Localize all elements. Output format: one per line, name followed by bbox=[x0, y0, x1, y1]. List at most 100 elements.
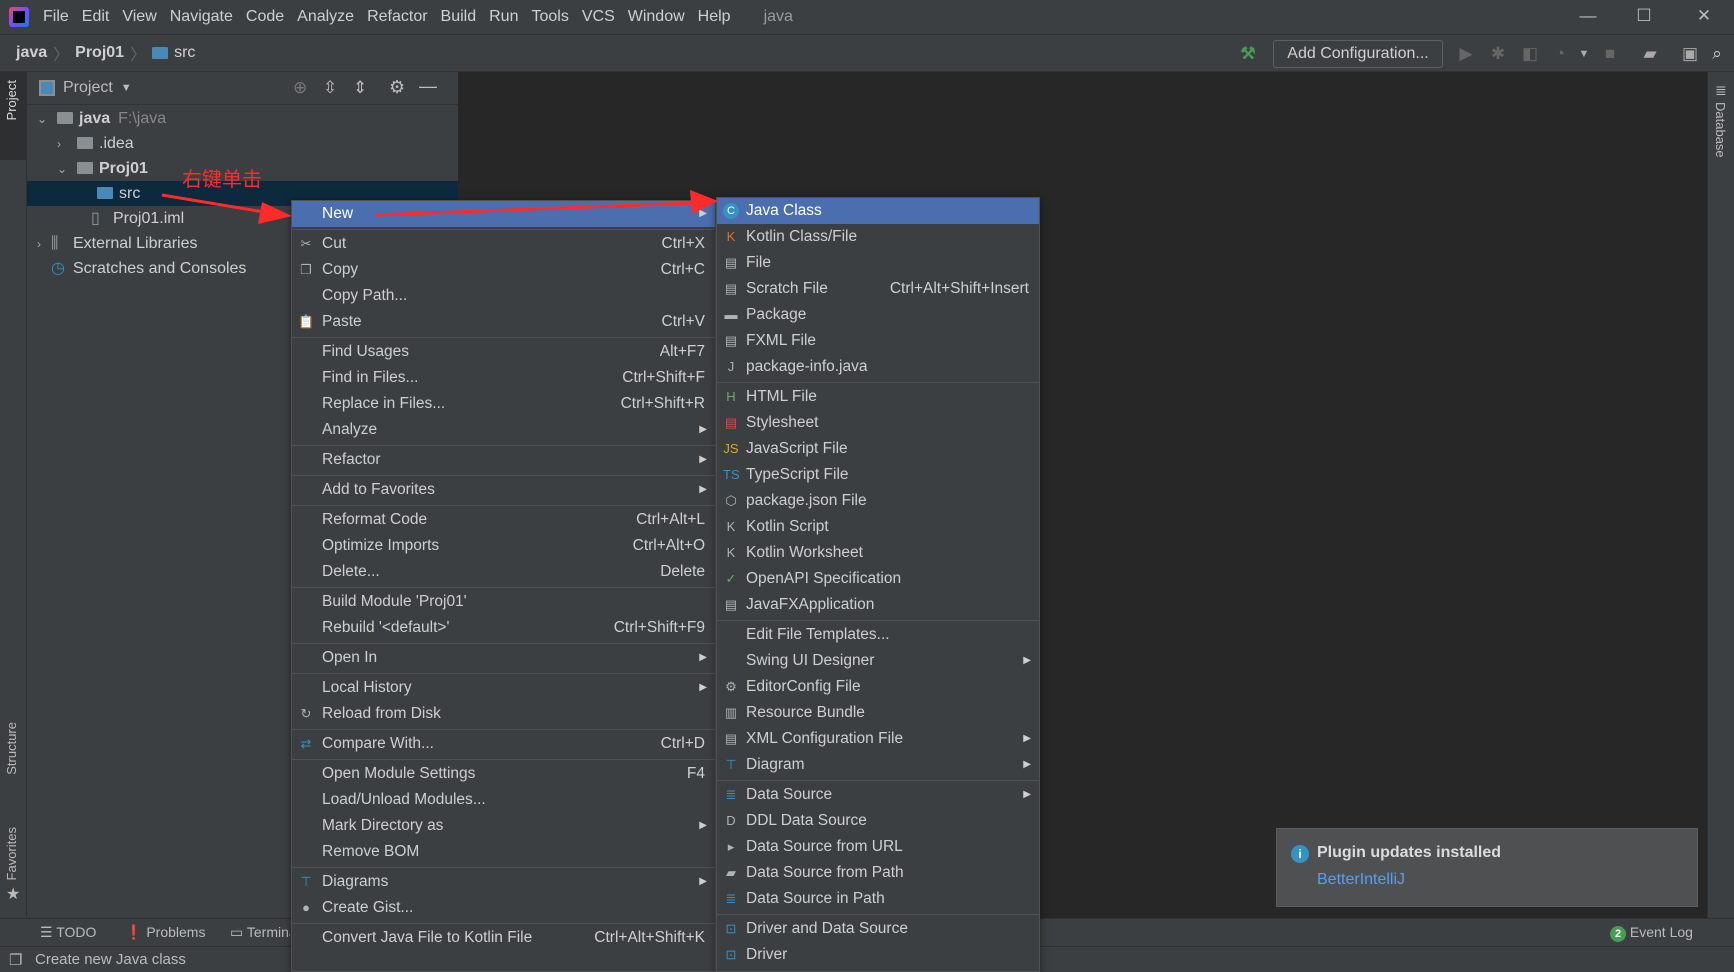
menu-item-edit-file-templates[interactable]: Edit File Templates... bbox=[717, 622, 1039, 648]
structure-tool-tab[interactable]: Structure bbox=[4, 722, 19, 775]
notification-balloon[interactable]: i Plugin updates installed BetterIntelli… bbox=[1276, 828, 1698, 907]
locate-icon[interactable]: ⊕ bbox=[293, 78, 307, 98]
menu-item-open-module-settings[interactable]: Open Module Settings F4 bbox=[292, 761, 715, 787]
menu-item-package-json-file[interactable]: ⬡ package.json File bbox=[717, 488, 1039, 514]
tree-item-java[interactable]: ⌄ java F:\java bbox=[27, 106, 458, 131]
terminal-tab[interactable]: ▭ Terminal bbox=[230, 924, 290, 941]
menu-item-ddl-data-source[interactable]: D DDL Data Source bbox=[717, 808, 1039, 834]
add-configuration-button[interactable]: Add Configuration... bbox=[1273, 40, 1443, 68]
menu-view[interactable]: View bbox=[122, 8, 156, 26]
menu-item-build-module-proj01[interactable]: Build Module 'Proj01' bbox=[292, 589, 715, 615]
build-hammer-icon[interactable]: ⚒ bbox=[1238, 44, 1258, 64]
breadcrumb-proj01[interactable]: Proj01 bbox=[75, 44, 124, 62]
menu-item-typescript-file[interactable]: TS TypeScript File bbox=[717, 462, 1039, 488]
menu-item-mark-directory-as[interactable]: Mark Directory as ▶ bbox=[292, 813, 715, 839]
menu-item-package-info-java[interactable]: Jpackage-info.java bbox=[717, 354, 1039, 380]
menu-item-copy[interactable]: ❐ Copy Ctrl+C bbox=[292, 257, 715, 283]
menu-build[interactable]: Build bbox=[441, 8, 477, 26]
menu-item-replace-in-files[interactable]: Replace in Files... Ctrl+Shift+R bbox=[292, 391, 715, 417]
favorites-tool-tab[interactable]: Favorites bbox=[4, 827, 19, 880]
menu-item-local-history[interactable]: Local History ▶ bbox=[292, 675, 715, 701]
menu-item-stylesheet[interactable]: ▤ Stylesheet bbox=[717, 410, 1039, 436]
maximize-button[interactable]: ☐ bbox=[1624, 6, 1664, 26]
menu-analyze[interactable]: Analyze bbox=[297, 8, 354, 26]
menu-item-reformat-code[interactable]: Reformat Code Ctrl+Alt+L bbox=[292, 507, 715, 533]
menu-vcs[interactable]: VCS bbox=[582, 8, 615, 26]
tree-item-idea[interactable]: › .idea bbox=[27, 131, 458, 156]
collapse-all-icon[interactable]: ⇕ bbox=[353, 78, 367, 98]
menu-item-refactor[interactable]: Refactor ▶ bbox=[292, 447, 715, 473]
chevron-down-icon[interactable]: ▼ bbox=[1574, 44, 1594, 64]
menu-item-kotlin-script[interactable]: K Kotlin Script bbox=[717, 514, 1039, 540]
menu-window[interactable]: Window bbox=[628, 8, 685, 26]
coverage-icon[interactable]: ◧ bbox=[1520, 44, 1540, 64]
menu-item-fxml-file[interactable]: ▤ FXML File bbox=[717, 328, 1039, 354]
problems-tab[interactable]: ❗ Problems bbox=[125, 924, 205, 941]
gear-icon[interactable]: ⚙ bbox=[389, 77, 405, 98]
chevron-down-icon[interactable]: ⌄ bbox=[37, 107, 51, 132]
menu-item-find-in-files[interactable]: Find in Files... Ctrl+Shift+F bbox=[292, 365, 715, 391]
menu-item-paste[interactable]: 📋 Paste Ctrl+V bbox=[292, 309, 715, 335]
menu-item-open-in[interactable]: Open In ▶ bbox=[292, 645, 715, 671]
menu-item-package[interactable]: ▬ Package bbox=[717, 302, 1039, 328]
menu-item-find-usages[interactable]: Find Usages Alt+F7 bbox=[292, 339, 715, 365]
menu-item-delete[interactable]: Delete... Delete bbox=[292, 559, 715, 585]
menu-item-javascript-file[interactable]: JS JavaScript File bbox=[717, 436, 1039, 462]
menu-item-javafxapplication[interactable]: ▤ JavaFXApplication bbox=[717, 592, 1039, 618]
menu-item-openapi-specification[interactable]: ✓ OpenAPI Specification bbox=[717, 566, 1039, 592]
menu-item-java-class[interactable]: C Java Class bbox=[717, 198, 1039, 224]
todo-tab[interactable]: ☰ TODO bbox=[40, 924, 96, 941]
menu-edit[interactable]: Edit bbox=[82, 8, 110, 26]
menu-item-driver-and-data-source[interactable]: ⊡ Driver and Data Source bbox=[717, 916, 1039, 942]
menu-refactor[interactable]: Refactor bbox=[367, 8, 427, 26]
chevron-right-icon[interactable]: › bbox=[57, 132, 71, 157]
project-tool-tab[interactable]: Project bbox=[4, 80, 19, 120]
search-icon[interactable]: ⌕ bbox=[1707, 44, 1727, 64]
menu-code[interactable]: Code bbox=[246, 8, 284, 26]
menu-tools[interactable]: Tools bbox=[531, 8, 568, 26]
menu-item-data-source-in-path[interactable]: ≣ Data Source in Path bbox=[717, 886, 1039, 912]
event-log-tab[interactable]: 2 Event Log bbox=[1610, 924, 1693, 942]
menu-run[interactable]: Run bbox=[489, 8, 518, 26]
hide-icon[interactable]: — bbox=[419, 76, 437, 97]
notification-link[interactable]: BetterIntelliJ bbox=[1317, 871, 1405, 889]
run-icon[interactable]: ▶ bbox=[1456, 44, 1476, 64]
menu-item-diagram[interactable]: ⊤ Diagram ▶ bbox=[717, 752, 1039, 778]
menu-item-create-gist[interactable]: ● Create Gist... bbox=[292, 895, 715, 921]
profile-icon[interactable]: ◔ bbox=[1550, 44, 1570, 64]
database-tool-tab[interactable]: Database bbox=[1713, 102, 1728, 158]
chevron-down-icon[interactable]: ⌄ bbox=[57, 157, 71, 182]
menu-item-optimize-imports[interactable]: Optimize Imports Ctrl+Alt+O bbox=[292, 533, 715, 559]
menu-item-xml-configuration-file[interactable]: ▤ XML Configuration File ▶ bbox=[717, 726, 1039, 752]
minimize-button[interactable]: — bbox=[1568, 6, 1608, 26]
menu-item-data-source-from-url[interactable]: ▸ Data Source from URL bbox=[717, 834, 1039, 860]
menu-item-cut[interactable]: ✂ Cut Ctrl+X bbox=[292, 231, 715, 257]
menu-item-copy-path[interactable]: Copy Path... bbox=[292, 283, 715, 309]
terminal-window-icon[interactable]: ▣ bbox=[1680, 44, 1700, 64]
menu-item-kotlin-class-file[interactable]: K Kotlin Class/File bbox=[717, 224, 1039, 250]
breadcrumb-src[interactable]: src bbox=[174, 44, 195, 62]
stop-icon[interactable]: ■ bbox=[1600, 44, 1620, 64]
project-structure-icon[interactable]: ▰ bbox=[1640, 44, 1660, 64]
expand-all-icon[interactable]: ⇳ bbox=[323, 78, 337, 98]
debug-icon[interactable]: ✱ bbox=[1488, 44, 1508, 64]
breadcrumb-java[interactable]: java bbox=[16, 44, 47, 62]
project-view-selector[interactable]: Project bbox=[63, 79, 113, 97]
menu-item-reload-from-disk[interactable]: ↻ Reload from Disk bbox=[292, 701, 715, 727]
menu-item-diagrams[interactable]: ⊤ Diagrams ▶ bbox=[292, 869, 715, 895]
menu-item-rebuild-default[interactable]: Rebuild '<default>' Ctrl+Shift+F9 bbox=[292, 615, 715, 641]
menu-item-resource-bundle[interactable]: ▥ Resource Bundle bbox=[717, 700, 1039, 726]
menu-item-add-to-favorites[interactable]: Add to Favorites ▶ bbox=[292, 477, 715, 503]
menu-item-editorconfig-file[interactable]: ⚙ EditorConfig File bbox=[717, 674, 1039, 700]
menu-item-html-file[interactable]: H HTML File bbox=[717, 384, 1039, 410]
menu-item-new[interactable]: New ▶ bbox=[292, 201, 715, 227]
chevron-down-icon[interactable]: ▼ bbox=[121, 82, 132, 94]
menu-item-convert-java-file-to-kotlin-file[interactable]: Convert Java File to Kotlin File Ctrl+Alt… bbox=[292, 925, 715, 951]
menu-item-analyze[interactable]: Analyze ▶ bbox=[292, 417, 715, 443]
menu-item-remove-bom[interactable]: Remove BOM bbox=[292, 839, 715, 865]
menu-navigate[interactable]: Navigate bbox=[170, 8, 233, 26]
menu-item-load-unload-modules[interactable]: Load/Unload Modules... bbox=[292, 787, 715, 813]
close-button[interactable]: ✕ bbox=[1684, 6, 1724, 26]
menu-item-data-source-from-path[interactable]: ▰ Data Source from Path bbox=[717, 860, 1039, 886]
chevron-right-icon[interactable]: › bbox=[37, 232, 51, 257]
